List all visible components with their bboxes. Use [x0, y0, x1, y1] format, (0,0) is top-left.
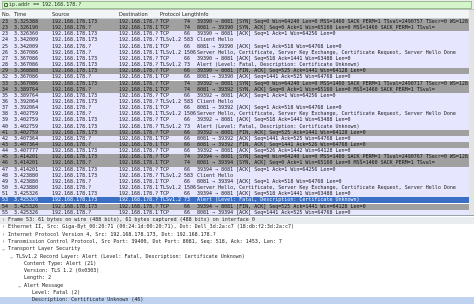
- details-tree-text: Length: 2: [24, 275, 52, 282]
- details-tree-item[interactable]: Level: Fatal (2): [0, 290, 474, 297]
- details-tree-text: Internet Protocol Version 4, Src: 192.16…: [8, 231, 216, 238]
- expand-arrow-icon[interactable]: ›: [2, 239, 5, 246]
- details-tree-item[interactable]: ⌄ TLSv1.2 Record Layer: Alert (Level: Fat…: [0, 254, 474, 261]
- details-tree-item[interactable]: › Ethernet II, Src: Giga-Byt_00:20:71 (00…: [0, 224, 474, 231]
- details-tree-item[interactable]: ⌄ Transport Layer Security: [0, 246, 474, 253]
- collapse-arrow-icon[interactable]: ⌄: [10, 254, 13, 261]
- display-filter-value: ip.addr == 192.168.178.?: [9, 2, 82, 8]
- column-header-source[interactable]: Source: [52, 12, 69, 18]
- packet-list-header: No. Time Source Destination Protocol Len…: [0, 10, 474, 19]
- packet-cell-len: 66: [184, 209, 191, 216]
- packet-cell-src: 192.168.178.?: [52, 209, 92, 216]
- details-tree-text: TLSv1.2 Record Layer: Alert (Level: Fata…: [16, 253, 245, 260]
- details-tree-text: Transmission Control Protocol, Src Port:…: [8, 238, 282, 245]
- display-filter-bar: ip.addr == 192.168.178.?: [0, 0, 474, 10]
- bookmark-icon[interactable]: [4, 3, 8, 7]
- details-tree-item[interactable]: Description: Certificate Unknown (46): [0, 297, 474, 305]
- details-tree-text: Ethernet II, Src: Giga-Byt_00:20:71 (00:…: [8, 224, 294, 231]
- details-tree-text: Description: Certificate Unknown (46): [32, 297, 144, 304]
- column-header-info[interactable]: Info: [199, 12, 208, 18]
- display-filter-input[interactable]: ip.addr == 192.168.178.?: [2, 1, 472, 9]
- details-tree-item[interactable]: Content Type: Alert (21): [0, 261, 474, 268]
- packet-cell-time: 3.425326: [14, 209, 39, 216]
- packet-list-scrollbar[interactable]: [469, 10, 474, 215]
- packet-row[interactable]: 553.425326192.168.178.?192.168.178.173TC…: [0, 209, 474, 216]
- details-tree-text: Level: Fatal (2): [32, 290, 81, 296]
- column-header-time[interactable]: Time: [14, 12, 26, 18]
- details-tree-item[interactable]: › Internet Protocol Version 4, Src: 192.1…: [0, 232, 474, 239]
- column-header-no[interactable]: No.: [2, 12, 10, 18]
- details-tree-item[interactable]: ⌄ Alert Message: [0, 283, 474, 290]
- collapse-arrow-icon[interactable]: ⌄: [2, 246, 5, 253]
- expand-arrow-icon[interactable]: ›: [2, 224, 5, 231]
- packet-cell-dst: 192.168.178.173: [119, 209, 159, 216]
- expand-arrow-icon[interactable]: ›: [2, 232, 5, 239]
- packet-details-pane[interactable]: › Frame 53: 61 bytes on wire (488 bits), …: [0, 217, 474, 306]
- details-tree-item[interactable]: Version: TLS 1.2 (0x0303): [0, 268, 474, 275]
- expand-arrow-icon[interactable]: ›: [2, 217, 5, 224]
- collapse-arrow-icon[interactable]: ⌄: [18, 283, 21, 290]
- column-header-destination[interactable]: Destination: [119, 12, 148, 18]
- details-tree-text: Transport Layer Security: [8, 246, 81, 253]
- details-tree-text: Version: TLS 1.2 (0x0303): [24, 268, 100, 275]
- details-tree-text: Frame 53: 61 bytes on wire (488 bits), 6…: [8, 217, 255, 223]
- packet-list[interactable]: No. Time Source Destination Protocol Len…: [0, 10, 474, 216]
- details-tree-text: Content Type: Alert (21): [24, 260, 97, 267]
- details-tree-text: Alert Message: [24, 282, 64, 289]
- column-header-length[interactable]: Length: [182, 12, 199, 18]
- details-tree-item[interactable]: › Transmission Control Protocol, Src Port…: [0, 239, 474, 246]
- details-tree-item[interactable]: Length: 2: [0, 275, 474, 282]
- packet-cell-info: 8081 → 39394 [ACK] Seq=1441 Ack=525 Win=…: [197, 209, 351, 216]
- details-tree-item[interactable]: › Frame 53: 61 bytes on wire (488 bits), …: [0, 217, 474, 225]
- column-header-protocol[interactable]: Protocol: [160, 12, 180, 18]
